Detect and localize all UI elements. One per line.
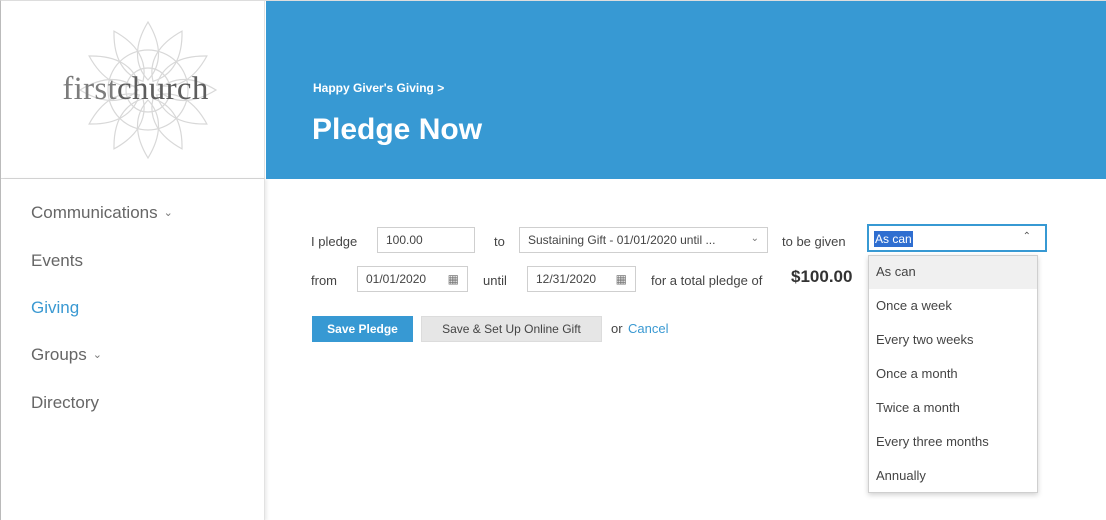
chevron-down-icon: ⌄ [92, 349, 102, 361]
total-pledge-amount: $100.00 [791, 267, 853, 286]
sidebar-item-giving[interactable]: Giving [31, 298, 79, 318]
page-header: Happy Giver's Giving > Pledge Now [266, 1, 1106, 179]
sidebar-item-label: Groups [31, 345, 87, 364]
chevron-up-icon: ⌃ [1022, 231, 1031, 242]
frequency-option-annually[interactable]: Annually [869, 460, 1037, 493]
sidebar: Communications ⌄ Events Giving Groups ⌄ Di… [1, 179, 265, 520]
sidebar-item-communications[interactable]: Communications ⌄ [31, 203, 173, 223]
from-date-value: 01/01/2020 [366, 272, 427, 286]
save-setup-online-gift-button[interactable]: Save & Set Up Online Gift [421, 316, 602, 342]
from-label: from [311, 273, 337, 288]
frequency-select-value: As can [874, 231, 913, 247]
chevron-down-icon: ⌄ [163, 207, 173, 219]
total-pledge-label: for a total pledge of [651, 273, 763, 288]
sidebar-item-directory[interactable]: Directory [31, 393, 99, 413]
sidebar-item-events[interactable]: Events [31, 251, 83, 271]
app-window: firstchurch Communications ⌄ Events Givin… [0, 0, 1106, 520]
fund-select[interactable]: Sustaining Gift - 01/01/2020 until ... ⌄ [519, 227, 768, 253]
sidebar-item-label: Communications [31, 203, 158, 222]
fund-select-value: Sustaining Gift - 01/01/2020 until ... [528, 233, 716, 247]
chevron-down-icon: ⌄ [750, 233, 759, 244]
pledge-amount-input[interactable]: 100.00 [377, 227, 475, 253]
until-label: until [483, 273, 507, 288]
sidebar-item-label: Giving [31, 298, 80, 317]
page-title: Pledge Now [312, 113, 483, 146]
frequency-option-twice-a-month[interactable]: Twice a month [869, 392, 1037, 425]
sidebar-item-groups[interactable]: Groups ⌄ [31, 345, 102, 365]
calendar-icon[interactable]: ▦ [448, 272, 459, 286]
save-pledge-button[interactable]: Save Pledge [312, 316, 413, 342]
sidebar-item-label: Events [31, 251, 83, 270]
cancel-link[interactable]: Cancel [628, 321, 668, 336]
frequency-select[interactable]: As can ⌃ [867, 224, 1047, 252]
frequency-option-as-can[interactable]: As can [869, 256, 1037, 289]
until-date-value: 12/31/2020 [536, 272, 597, 286]
logo-area[interactable]: firstchurch [1, 1, 265, 179]
to-be-given-label: to be given [782, 234, 846, 249]
from-date-input[interactable]: 01/01/2020 ▦ [357, 266, 468, 292]
frequency-option-once-a-month[interactable]: Once a month [869, 358, 1037, 391]
frequency-option-every-two-weeks[interactable]: Every two weeks [869, 324, 1037, 357]
breadcrumb[interactable]: Happy Giver's Giving > [313, 81, 444, 95]
i-pledge-label: I pledge [311, 234, 358, 249]
logo-text: firstchurch [62, 71, 209, 107]
until-date-input[interactable]: 12/31/2020 ▦ [527, 266, 636, 292]
calendar-icon[interactable]: ▦ [616, 272, 627, 286]
sidebar-item-label: Directory [31, 393, 100, 412]
or-text: or [611, 321, 623, 336]
frequency-option-once-a-week[interactable]: Once a week [869, 290, 1037, 323]
frequency-option-every-three-months[interactable]: Every three months [869, 426, 1037, 459]
pledge-amount-value: 100.00 [386, 233, 423, 247]
frequency-dropdown-list: As can Once a week Every two weeks Once … [868, 255, 1038, 493]
to-label: to [494, 234, 505, 249]
